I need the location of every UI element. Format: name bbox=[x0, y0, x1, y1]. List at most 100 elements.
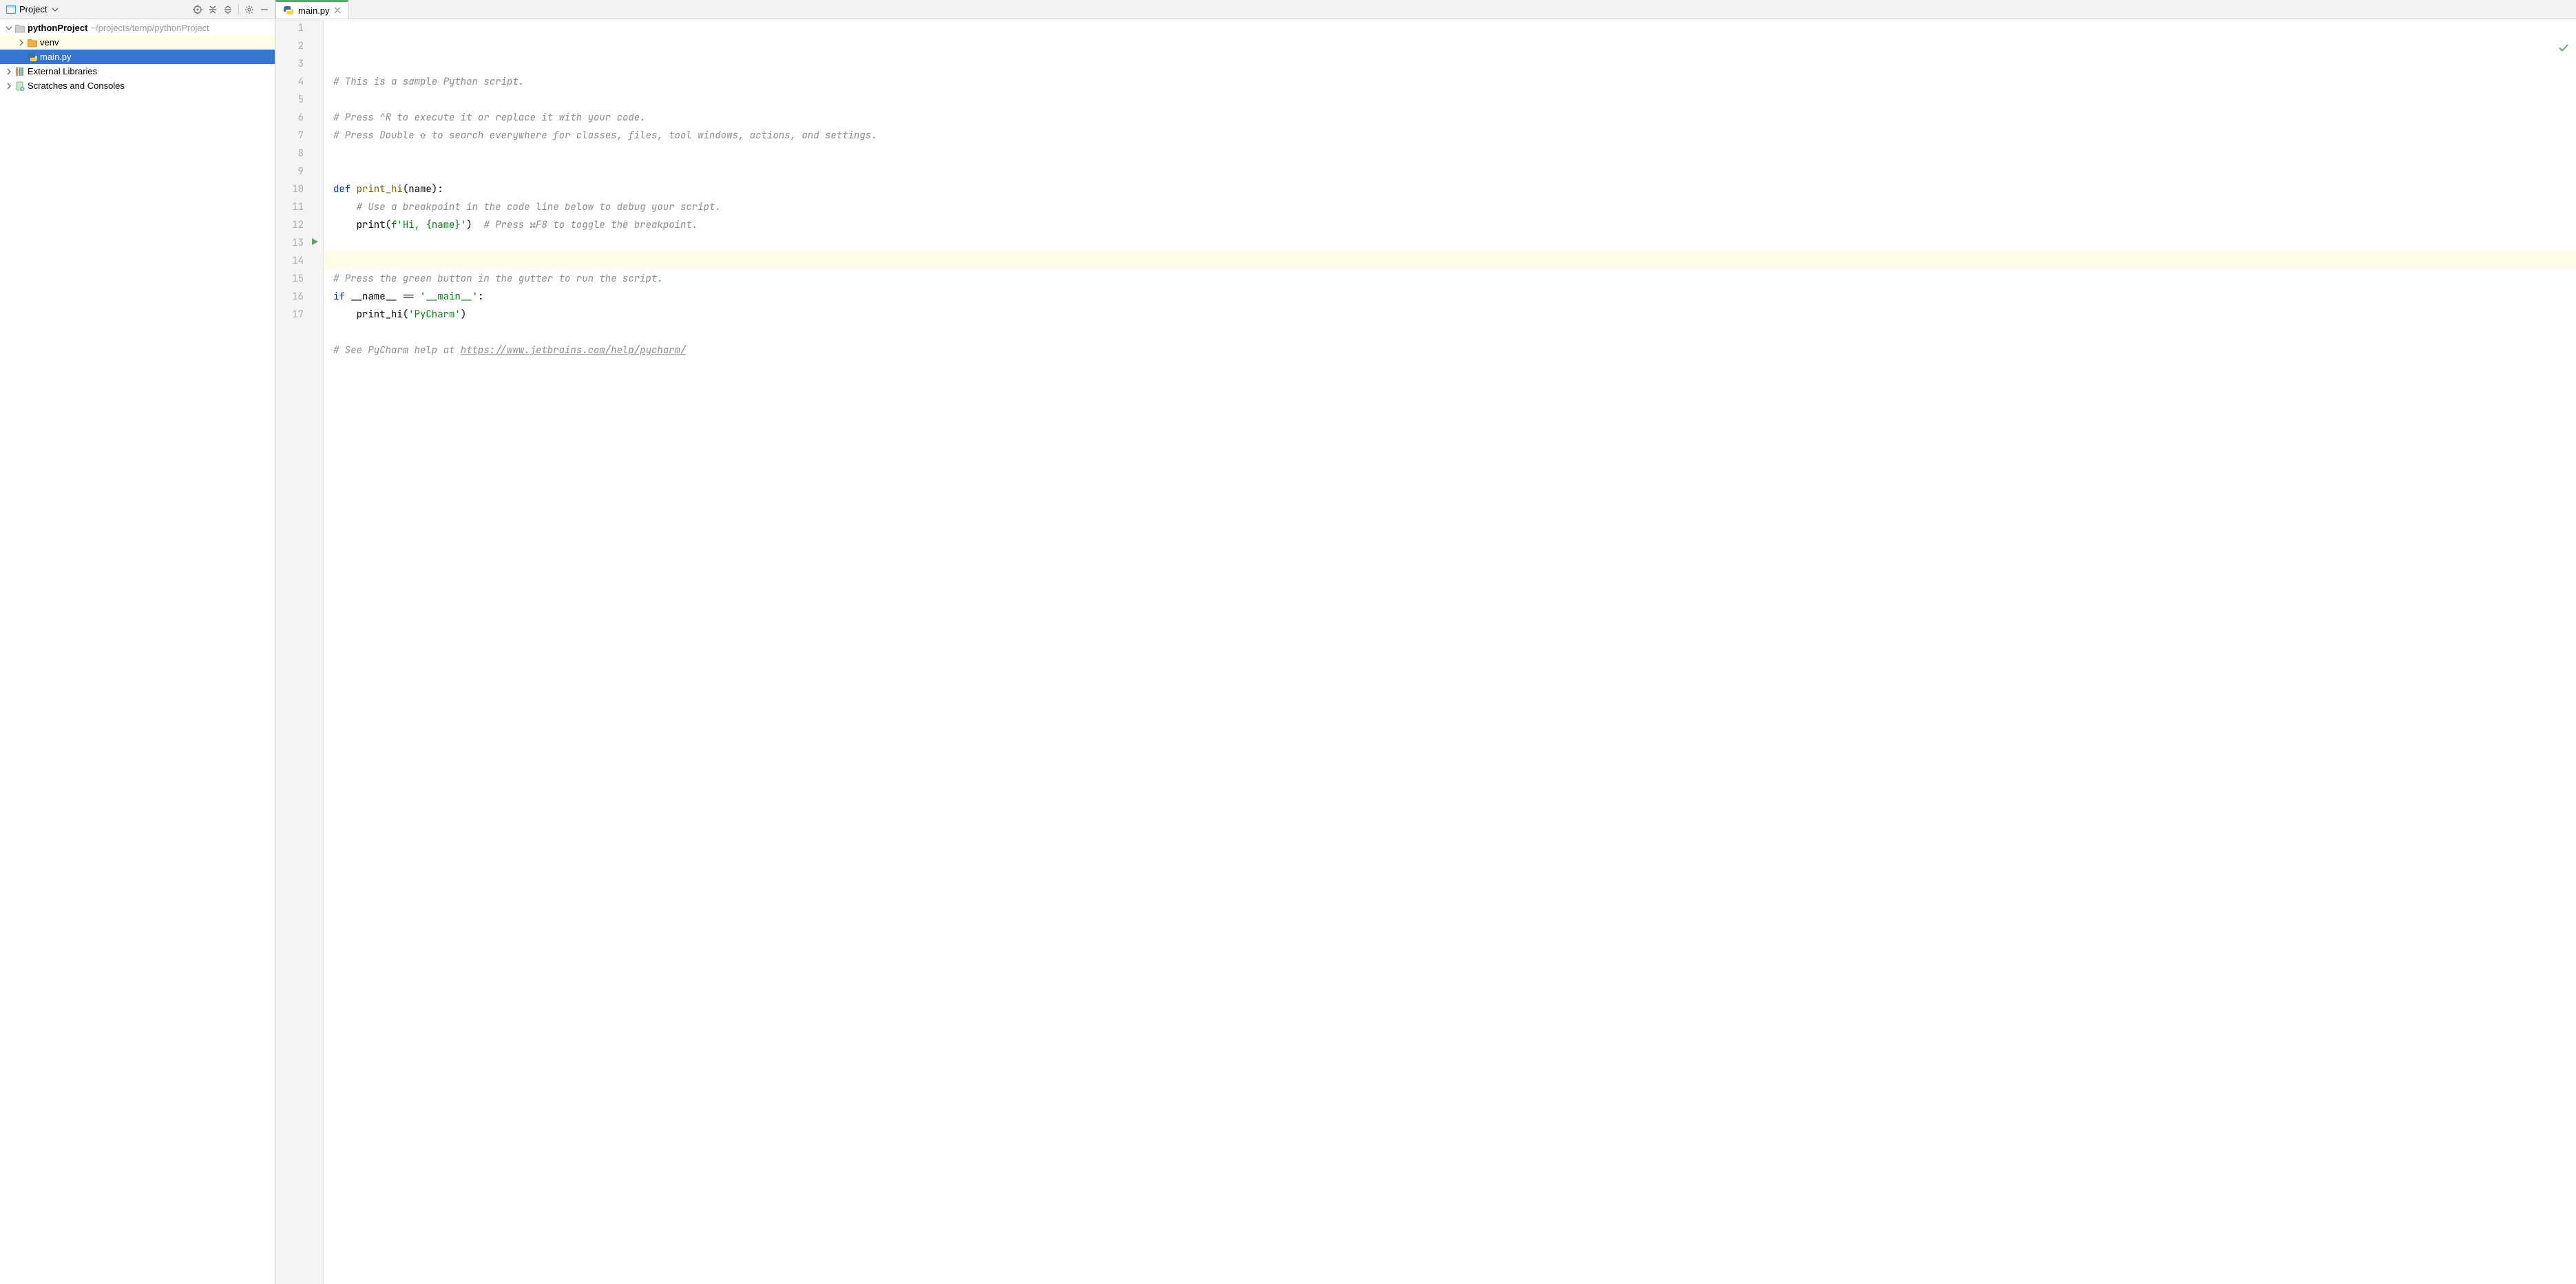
code-line[interactable]: print_hi('PyCharm') bbox=[324, 306, 2576, 324]
scratches-icon bbox=[14, 81, 25, 92]
gutter-line[interactable]: 13 bbox=[275, 234, 323, 252]
chevron-down-icon bbox=[6, 25, 12, 32]
tree-item-icon bbox=[14, 66, 26, 77]
gutter-line[interactable]: 1 bbox=[275, 19, 323, 37]
code-line[interactable] bbox=[324, 234, 2576, 252]
code-token: # Press ^R to execute it or replace it w… bbox=[333, 112, 646, 124]
code-line[interactable]: # Use a breakpoint in the code line belo… bbox=[324, 198, 2576, 216]
gutter-line[interactable]: 3 bbox=[275, 55, 323, 73]
close-icon bbox=[334, 7, 341, 14]
gutter-line[interactable]: 17 bbox=[275, 306, 323, 324]
editor-tab-label: main.py bbox=[298, 6, 330, 16]
tree-item-icon bbox=[26, 52, 39, 63]
tree-item-label: Scratches and Consoles bbox=[28, 81, 125, 91]
code-token: ( bbox=[386, 219, 391, 231]
tree-item[interactable]: External Libraries bbox=[0, 64, 275, 78]
tree-expand-toggle[interactable] bbox=[4, 83, 14, 90]
folder-icon bbox=[14, 23, 25, 34]
chevron-right-icon bbox=[6, 68, 12, 75]
tree-expand-toggle[interactable] bbox=[4, 25, 14, 32]
gutter-line[interactable]: 10 bbox=[275, 180, 323, 198]
gutter-line[interactable]: 14 bbox=[275, 252, 323, 270]
tool-settings-button[interactable] bbox=[242, 2, 257, 17]
code-token: if bbox=[333, 291, 350, 303]
code-token: # See PyCharm help at bbox=[333, 344, 461, 357]
play-icon bbox=[311, 238, 319, 246]
ide-window: Project bbox=[0, 0, 2576, 1284]
tree-item[interactable]: main.py bbox=[0, 50, 275, 64]
code-token: __name__ == bbox=[350, 291, 420, 303]
code-token: def bbox=[333, 183, 357, 196]
select-opened-file-button[interactable] bbox=[190, 2, 205, 17]
gutter-line[interactable]: 11 bbox=[275, 198, 323, 216]
collapse-all-button[interactable] bbox=[220, 2, 235, 17]
code-line[interactable] bbox=[324, 162, 2576, 180]
gutter-line[interactable]: 2 bbox=[275, 37, 323, 55]
tree-item[interactable]: venv bbox=[0, 35, 275, 50]
tree-item[interactable]: pythonProject~/projects/temp/pythonProje… bbox=[0, 21, 275, 35]
tree-expand-toggle[interactable] bbox=[17, 39, 26, 46]
gutter-line[interactable]: 6 bbox=[275, 109, 323, 127]
hide-tool-window-button[interactable] bbox=[257, 2, 272, 17]
gutter-line[interactable]: 4 bbox=[275, 73, 323, 91]
toolbar-divider bbox=[238, 4, 239, 15]
code-line[interactable]: def print_hi(name): bbox=[324, 180, 2576, 198]
python-file-icon bbox=[283, 5, 294, 16]
code-token: 'PyCharm' bbox=[408, 308, 461, 321]
python-file-icon bbox=[27, 52, 38, 63]
external-libraries-icon bbox=[14, 66, 25, 77]
code-line[interactable]: # Press Double ⇧ to search everywhere fo… bbox=[324, 127, 2576, 145]
tree-item-label: pythonProject bbox=[28, 23, 87, 33]
gutter-line[interactable]: 15 bbox=[275, 270, 323, 288]
code-token: # Use a breakpoint in the code line belo… bbox=[357, 201, 721, 213]
inspection-status[interactable] bbox=[2489, 23, 2569, 77]
editor-body: 1234567891011121314151617 # This is a sa… bbox=[275, 19, 2576, 1284]
project-tool-header: Project bbox=[0, 0, 275, 19]
chevron-down-icon bbox=[50, 4, 61, 15]
project-tree[interactable]: pythonProject~/projects/temp/pythonProje… bbox=[0, 19, 275, 1284]
code-line[interactable] bbox=[324, 359, 2576, 377]
tree-item[interactable]: Scratches and Consoles bbox=[0, 78, 275, 93]
code-editor[interactable]: # This is a sample Python script. # Pres… bbox=[324, 19, 2576, 1284]
code-line[interactable] bbox=[324, 145, 2576, 162]
code-token: : bbox=[478, 291, 483, 303]
close-tab-button[interactable] bbox=[334, 6, 341, 16]
project-view-selector[interactable]: Project bbox=[3, 4, 63, 15]
gutter-line[interactable]: 9 bbox=[275, 162, 323, 180]
project-tool-window: Project bbox=[0, 0, 275, 1284]
tree-item-label: External Libraries bbox=[28, 66, 97, 76]
code-token: (name): bbox=[403, 183, 443, 196]
code-line[interactable]: # Press the green button in the gutter t… bbox=[324, 270, 2576, 288]
tree-item-icon bbox=[14, 23, 26, 34]
code-line[interactable] bbox=[324, 91, 2576, 109]
code-line[interactable]: print(f'Hi, {name}') # Press ⌘F8 to togg… bbox=[324, 216, 2576, 234]
tree-item-icon bbox=[26, 37, 39, 48]
gutter-line[interactable]: 7 bbox=[275, 127, 323, 145]
expand-all-button[interactable] bbox=[205, 2, 220, 17]
tree-expand-toggle[interactable] bbox=[4, 68, 14, 75]
code-token: # This is a sample Python script. bbox=[333, 76, 524, 88]
tree-item-icon bbox=[14, 81, 26, 92]
gutter-line[interactable]: 12 bbox=[275, 216, 323, 234]
run-gutter-button[interactable] bbox=[311, 237, 319, 249]
gutter-line[interactable]: 16 bbox=[275, 288, 323, 306]
code-token: https://www.jetbrains.com/help/pycharm/ bbox=[461, 344, 687, 357]
gutter-line[interactable]: 5 bbox=[275, 91, 323, 109]
code-line[interactable] bbox=[324, 324, 2576, 341]
code-line[interactable]: # Press ^R to execute it or replace it w… bbox=[324, 109, 2576, 127]
gutter-line[interactable]: 8 bbox=[275, 145, 323, 162]
code-token bbox=[333, 219, 357, 231]
code-line[interactable]: if __name__ == '__main__': bbox=[324, 288, 2576, 306]
editor-tab-main[interactable]: main.py bbox=[275, 0, 348, 19]
tree-item-label: venv bbox=[40, 37, 59, 48]
chevron-right-icon bbox=[6, 83, 12, 90]
collapse-all-icon bbox=[222, 4, 233, 15]
editor-area: main.py 1234567891011121314151617 # This… bbox=[275, 0, 2576, 1284]
editor-tabs-bar: main.py bbox=[275, 0, 2576, 19]
editor-gutter[interactable]: 1234567891011121314151617 bbox=[275, 19, 324, 1284]
code-token: print bbox=[357, 219, 386, 231]
code-line[interactable]: # See PyCharm help at https://www.jetbra… bbox=[324, 341, 2576, 359]
code-line[interactable]: # This is a sample Python script. bbox=[324, 73, 2576, 91]
code-line[interactable] bbox=[324, 252, 2576, 270]
checkmark-icon bbox=[2558, 42, 2569, 53]
